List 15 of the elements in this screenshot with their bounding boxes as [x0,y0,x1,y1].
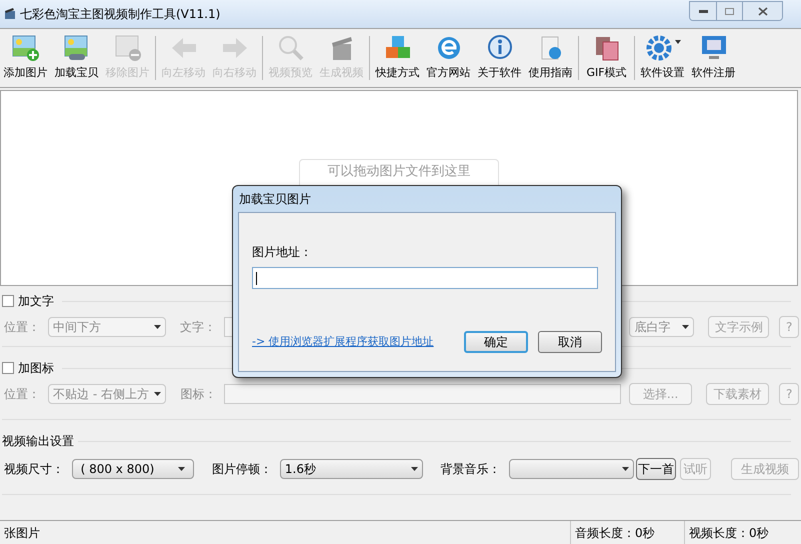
field-label: 位置： [4,386,40,403]
field-label: 位置： [4,319,40,336]
status-text: 视频长度：0秒 [688,524,770,542]
status-text: 音频长度：0秒 [571,521,685,544]
window-title: 七彩色淘宝主图视频制作工具(V11.1) [20,6,220,23]
section-title: 视频输出设置 [2,433,74,450]
field-label: 视频尺寸： [4,461,64,478]
field-label: 文字： [180,319,216,336]
status-text: 张图片 [0,521,571,544]
section-title: 加图标 [18,360,54,377]
field-label: 图标： [180,386,216,403]
section-title: 加文字 [18,293,54,310]
field-label: 背景音乐： [440,461,501,478]
field-label: 图片地址： [252,244,313,261]
field-label: 图片停顿： [212,461,272,478]
